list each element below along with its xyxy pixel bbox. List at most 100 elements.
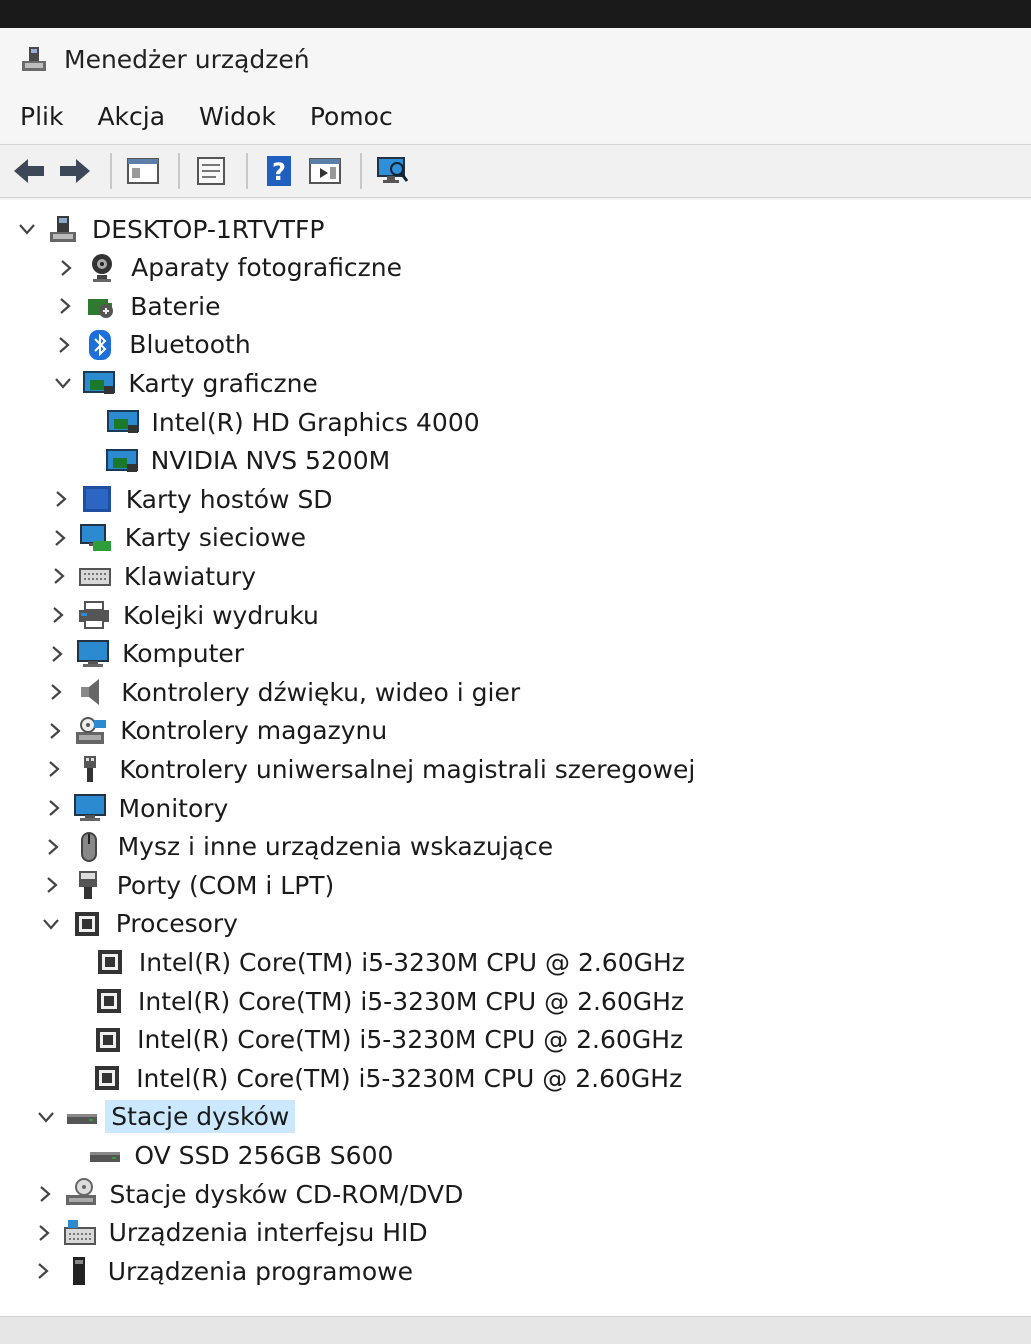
expand-toggle[interactable]	[55, 257, 77, 279]
chevron-right-icon	[37, 1263, 49, 1280]
tree-category[interactable]: Kontrolery uniwersalnej magistrali szere…	[43, 750, 695, 788]
device-icon-wrap	[73, 752, 107, 786]
update-driver-button[interactable]	[190, 150, 232, 192]
expand-toggle[interactable]	[32, 1260, 54, 1282]
device-icon-wrap	[72, 830, 106, 864]
tree-category[interactable]: Procesory	[40, 905, 238, 943]
expand-toggle[interactable]	[45, 681, 67, 703]
expand-toggle[interactable]	[43, 758, 65, 780]
tree-device[interactable]: Intel(R) HD Graphics 4000	[98, 403, 480, 441]
tree-item-label: Karty hostów SD	[125, 484, 333, 514]
hid-icon	[63, 1219, 96, 1245]
chevron-right-icon	[47, 838, 59, 855]
software-device-icon	[72, 1257, 85, 1286]
tree-category[interactable]: Porty (COM i LPT)	[41, 866, 334, 904]
battery-icon	[88, 299, 114, 319]
expand-toggle[interactable]	[43, 797, 65, 819]
expand-toggle[interactable]	[35, 1106, 57, 1128]
menu-widok[interactable]: Widok	[199, 102, 276, 131]
tree-category[interactable]: Kontrolery magazynu	[44, 712, 387, 750]
tree-item-label: Intel(R) HD Graphics 4000	[151, 407, 480, 437]
device-icon-wrap	[71, 868, 105, 902]
device-icon-wrap	[88, 1138, 122, 1172]
tree-category[interactable]: Monitory	[43, 789, 229, 827]
help-button[interactable]: ?	[258, 150, 300, 192]
expand-toggle[interactable]	[48, 565, 70, 587]
expand-toggle[interactable]	[34, 1183, 56, 1205]
properties-view-icon	[127, 158, 159, 184]
tree-category[interactable]: Komputer	[46, 635, 244, 673]
tree-category[interactable]: Karty hostów SD	[50, 480, 333, 518]
device-icon-wrap	[82, 366, 116, 400]
tree-category[interactable]: Urządzenia programowe	[32, 1252, 413, 1290]
tree-category[interactable]: Kontrolery dźwięku, wideo i gier	[45, 673, 520, 711]
menu-akcja[interactable]: Akcja	[97, 102, 165, 131]
expand-toggle[interactable]	[40, 913, 62, 935]
properties-view-button[interactable]	[122, 150, 164, 192]
expand-toggle[interactable]	[47, 604, 69, 626]
tree-device[interactable]: Intel(R) Core(TM) i5-3230M CPU @ 2.60GHz	[82, 1059, 682, 1097]
tree-category[interactable]: Mysz i inne urządzenia wskazujące	[42, 828, 553, 866]
tree-item-label: Monitory	[118, 793, 229, 823]
expand-toggle[interactable]	[16, 218, 38, 240]
tree-category[interactable]: Klawiatury	[48, 557, 256, 595]
chevron-down-icon	[55, 378, 72, 390]
expand-toggle[interactable]	[41, 874, 63, 896]
tree-category[interactable]: Aparaty fotograficzne	[55, 249, 402, 287]
tree-category[interactable]: Karty sieciowe	[49, 519, 306, 557]
action-pane-button[interactable]	[304, 150, 346, 192]
menu-pomoc[interactable]: Pomoc	[310, 102, 393, 131]
tree-item-label: Kontrolery dźwięku, wideo i gier	[121, 677, 521, 707]
display-adapter-icon	[105, 448, 138, 472]
svg-text:?: ?	[272, 158, 286, 186]
chevron-right-icon	[49, 761, 61, 778]
chevron-down-icon	[19, 224, 35, 235]
tree-category[interactable]: Bluetooth	[53, 326, 251, 364]
expand-toggle[interactable]	[42, 836, 64, 858]
device-icon-wrap	[73, 791, 107, 825]
tree-device[interactable]: Intel(R) Core(TM) i5-3230M CPU @ 2.60GHz	[84, 982, 684, 1020]
tree-category[interactable]: Stacje dysków	[35, 1098, 296, 1136]
tree-device[interactable]: OV SSD 256GB S600	[80, 1136, 393, 1174]
expand-toggle[interactable]	[50, 488, 72, 510]
expand-toggle[interactable]	[52, 372, 74, 394]
chevron-right-icon	[61, 259, 72, 276]
update-driver-icon	[197, 157, 225, 185]
help-icon: ?	[267, 156, 291, 186]
expand-toggle[interactable]	[33, 1222, 55, 1244]
tree-item-label: Intel(R) Core(TM) i5-3230M CPU @ 2.60GHz	[137, 1025, 684, 1055]
tree-item-label: Stacje dysków CD-ROM/DVD	[109, 1179, 464, 1209]
tree-item-label: Kolejki wydruku	[123, 600, 319, 630]
tree-item-label: Intel(R) Core(TM) i5-3230M CPU @ 2.60GHz	[138, 947, 685, 977]
tree-category[interactable]: Baterie	[54, 287, 220, 325]
tree-item-label: Procesory	[115, 909, 238, 939]
device-icon-wrap	[64, 1177, 98, 1211]
tree-category[interactable]: Kolejki wydruku	[47, 596, 319, 634]
tree-device[interactable]: Intel(R) Core(TM) i5-3230M CPU @ 2.60GHz	[83, 1021, 683, 1059]
scan-hardware-button[interactable]	[372, 150, 414, 192]
tree-device[interactable]: Intel(R) Core(TM) i5-3230M CPU @ 2.60GHz	[85, 943, 685, 981]
device-icon-wrap	[90, 1061, 124, 1095]
device-manager-icon	[22, 47, 46, 71]
forward-button[interactable]	[54, 150, 96, 192]
device-icon-wrap	[78, 559, 112, 593]
tree-device[interactable]: NVIDIA NVS 5200M	[97, 442, 390, 480]
tree-root[interactable]: DESKTOP-1RTVTFP	[16, 210, 324, 248]
device-icon-wrap	[63, 1216, 97, 1250]
back-button[interactable]	[8, 150, 50, 192]
expand-toggle[interactable]	[44, 720, 66, 742]
device-icon-wrap	[74, 714, 108, 748]
device-icon-wrap	[85, 251, 119, 285]
expand-toggle[interactable]	[49, 527, 71, 549]
tree-category[interactable]: Karty graficzne	[52, 364, 318, 402]
tree-category[interactable]: Urządzenia interfejsu HID	[33, 1214, 428, 1252]
chevron-down-icon	[42, 919, 59, 930]
computer-icon	[77, 639, 110, 667]
expand-toggle[interactable]	[54, 295, 76, 317]
expand-toggle[interactable]	[53, 334, 75, 356]
expand-toggle[interactable]	[46, 643, 68, 665]
menu-plik[interactable]: Plik	[20, 102, 63, 131]
camera-icon	[92, 253, 113, 282]
tree-category[interactable]: Stacje dysków CD-ROM/DVD	[34, 1175, 464, 1213]
chevron-right-icon	[51, 684, 62, 701]
